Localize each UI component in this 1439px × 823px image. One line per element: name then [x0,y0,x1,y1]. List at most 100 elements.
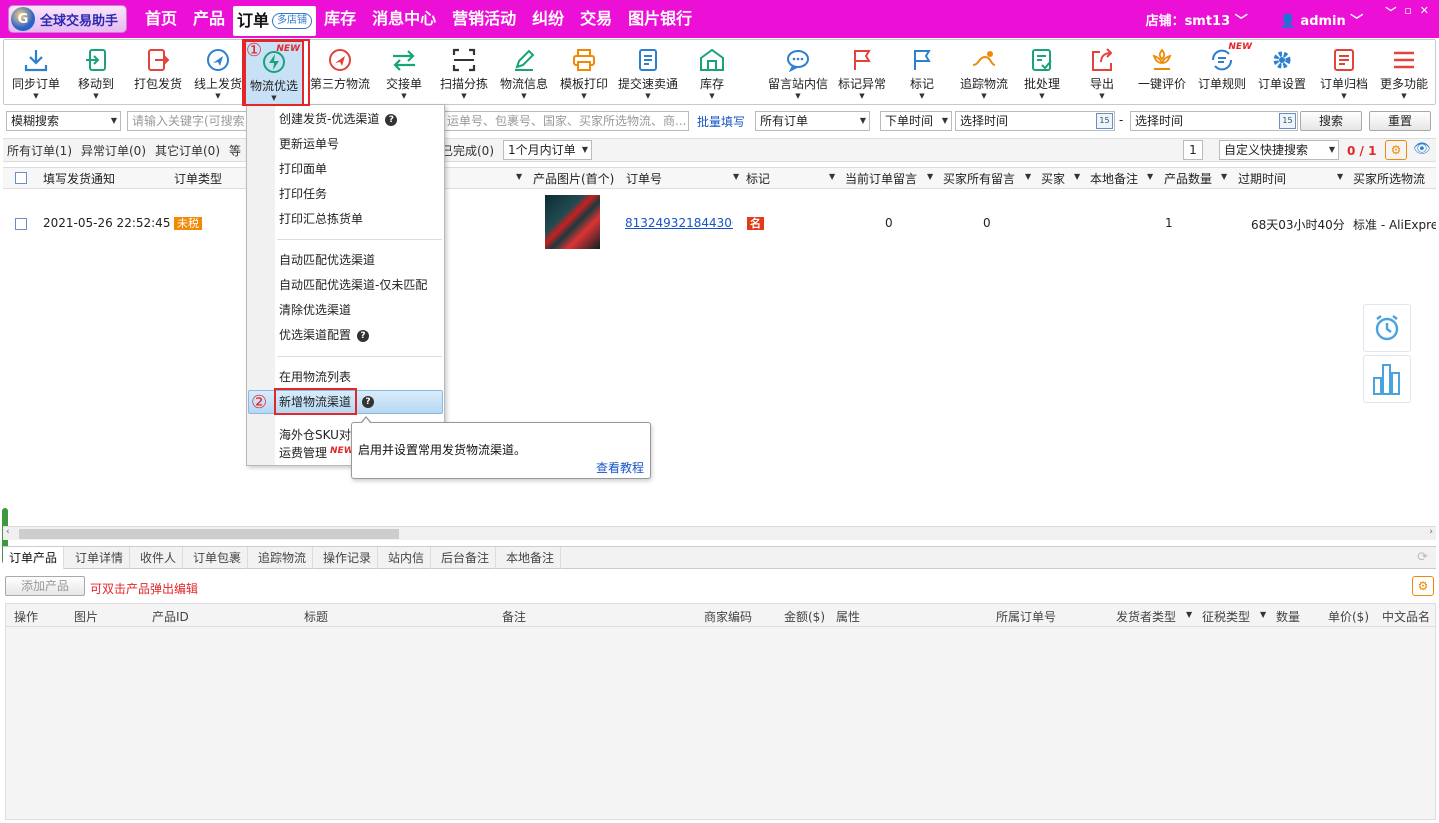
tab-track-logistics[interactable]: 追踪物流 [252,547,314,569]
one-click-rate-button[interactable]: 一键评价 [1132,44,1192,104]
col-local-note[interactable]: 本地备注 [1090,171,1138,187]
view-tutorial-link[interactable]: 查看教程 [596,459,644,476]
nav-image-bank[interactable]: 图片银行 [620,0,700,38]
nav-inventory[interactable]: 库存 [316,0,364,38]
handover-button[interactable]: 交接单 ▼ [374,44,434,104]
online-ship-button[interactable]: 线上发货 ▼ [188,44,248,104]
menu-print-label[interactable]: 打印面单 [279,161,327,177]
col-current-message[interactable]: 当前订单留言 [845,171,917,187]
app-logo[interactable]: G 全球交易助手 [8,5,128,33]
sort-arrow-icon[interactable]: ▼ [1221,172,1227,181]
col-title[interactable]: 标题 [304,608,328,625]
batch-button[interactable]: 批处理 ▼ [1012,44,1072,104]
multi-store-badge[interactable]: 多店铺 [272,13,313,29]
time-type-select[interactable]: 下单时间 ▼ [880,111,952,131]
scan-sort-button[interactable]: 扫描分拣 ▼ [434,44,494,104]
order-settings-button[interactable]: 订单设置 [1252,44,1312,104]
sort-arrow-icon[interactable]: ▼ [1025,172,1031,181]
export-button[interactable]: 导出 ▼ [1072,44,1132,104]
alarm-clock-icon[interactable] [1363,304,1411,352]
col-operation[interactable]: 操作 [14,608,38,625]
tab-recipient[interactable]: 收件人 [134,547,184,569]
sort-arrow-icon[interactable]: ▼ [829,172,835,181]
nav-orders[interactable]: 订单 多店铺 [233,6,317,36]
col-mark[interactable]: 标记 [746,171,770,187]
menu-print-picklist[interactable]: 打印汇总拣货单 [279,211,363,227]
menu-overseas-sku[interactable]: 海外仓SKU对 [279,427,351,443]
col-shipper-type[interactable]: 发货者类型 [1116,608,1176,625]
order-rules-button[interactable]: 订单规则 NEW [1192,42,1252,104]
col-quantity[interactable]: 产品数量 [1164,171,1212,187]
add-product-button[interactable]: 添加产品 [5,576,85,596]
col-image[interactable]: 图片 [74,608,98,625]
sort-arrow-icon[interactable]: ▼ [927,172,933,181]
order-archive-button[interactable]: 订单归档 ▼ [1314,44,1374,104]
row-checkbox[interactable] [15,218,27,230]
tab-order-products[interactable]: 订单产品 [3,547,65,569]
col-amount[interactable]: 金额($) [784,608,825,625]
col-order-type[interactable]: 订单类型 [174,171,222,187]
period-select[interactable]: 1个月内订单 ▼ [503,140,592,160]
col-product-image[interactable]: 产品图片(首个) [533,171,614,187]
tab-site-message[interactable]: 站内信 [382,547,432,569]
store-selector[interactable]: 店铺：smt13 ﹀ [1146,10,1248,29]
menu-auto-match[interactable]: 自动匹配优选渠道 [279,252,375,268]
sort-arrow-icon[interactable]: ▼ [1147,172,1153,181]
bar-chart-icon[interactable] [1363,355,1411,403]
hide-eye-icon[interactable]: 👁 [1413,141,1431,157]
sort-arrow-icon[interactable]: ▼ [1074,172,1080,181]
nav-disputes[interactable]: 纠纷 [524,0,572,38]
logistics-info-button[interactable]: 物流信息 ▼ [494,44,554,104]
col-ship-notice[interactable]: 填写发货通知 [43,171,115,187]
minimize-icon[interactable]: ﹀ [1385,4,1396,20]
col-all-messages[interactable]: 买家所有留言 [943,171,1015,187]
col-chinese-name[interactable]: 中文品名 [1382,608,1430,625]
pack-ship-button[interactable]: 打包发货 [128,44,188,104]
menu-active-logistics[interactable]: 在用物流列表 [279,369,351,385]
reset-button[interactable]: 重置 [1369,111,1431,131]
col-tax-type[interactable]: 征税类型 [1202,608,1250,625]
tab-other-orders[interactable]: 其它订单(0) [155,142,220,160]
nav-products[interactable]: 产品 [185,0,233,38]
batch-fill-link[interactable]: 批量填写 [697,113,745,130]
menu-update-tracking[interactable]: 更新运单号 [279,136,339,152]
column-settings-icon[interactable]: ⚙ [1385,140,1407,160]
message-button[interactable]: 留言站内信 ▼ [768,44,828,104]
select-all-checkbox[interactable] [15,172,27,184]
third-party-logistics-button[interactable]: 第三方物流 [310,44,370,104]
tab-all-orders[interactable]: 所有订单(1) [7,142,72,160]
move-to-button[interactable]: 移动到 ▼ [66,44,126,104]
col-order-number[interactable]: 订单号 [626,171,662,187]
order-number-link[interactable]: 813249321844306 [625,216,733,230]
col-product-id[interactable]: 产品ID [152,608,189,625]
calendar-icon[interactable]: 15 [1279,113,1296,129]
restore-icon[interactable]: ▫ [1404,4,1411,20]
horizontal-scrollbar[interactable]: ‹ › [3,526,1436,540]
table-row[interactable]: 2021-05-26 22:52:45 未税 813249321844306 名… [3,190,1436,256]
sort-arrow-icon[interactable]: ▼ [516,172,522,181]
menu-print-task[interactable]: 打印任务 [279,186,327,202]
mark-button[interactable]: 标记 ▼ [892,44,952,104]
track-logistics-button[interactable]: 追踪物流 ▼ [954,44,1014,104]
keyword-input[interactable]: 请输入关键字(可搜索 [127,111,249,131]
close-icon[interactable]: ✕ [1420,4,1429,20]
sort-arrow-icon[interactable]: ▼ [1260,610,1266,619]
col-remark[interactable]: 备注 [502,608,526,625]
start-time-input[interactable]: 选择时间 15 [955,111,1115,131]
col-buyer-logistics[interactable]: 买家所选物流 [1353,171,1425,187]
help-icon[interactable]: ? [357,329,370,342]
column-settings-icon[interactable]: ⚙ [1412,576,1434,596]
menu-freight-manage[interactable]: 运费管理 NEW [279,445,354,463]
col-attributes[interactable]: 属性 [836,608,860,625]
col-unit-price[interactable]: 单价($) [1328,608,1369,625]
page-number[interactable]: 1 [1183,140,1203,160]
help-icon[interactable]: ? [385,113,398,126]
scroll-right-icon[interactable]: › [1429,527,1433,537]
tab-abnormal-orders[interactable]: 异常订单(0) [81,142,146,160]
tab-completed[interactable]: 已完成(0) [441,142,494,160]
tab-order-package[interactable]: 订单包裹 [187,547,249,569]
search-mode-select[interactable]: 模糊搜索 ▼ [6,111,121,131]
calendar-icon[interactable]: 15 [1096,113,1113,129]
nav-home[interactable]: 首页 [137,0,185,38]
col-merchant-code[interactable]: 商家编码 [704,608,752,625]
